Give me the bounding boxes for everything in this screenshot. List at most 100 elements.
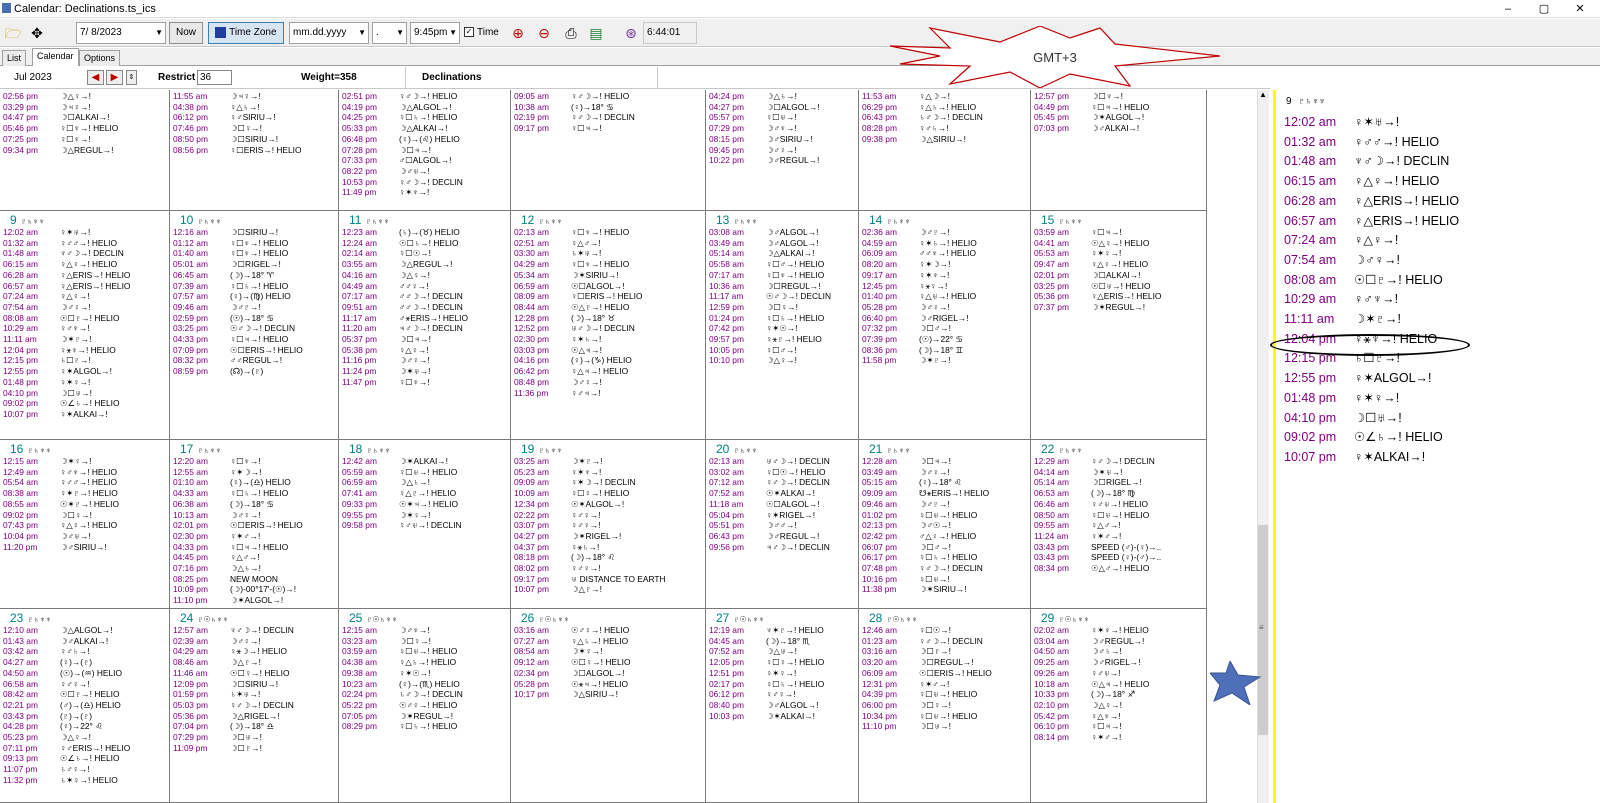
event-item[interactable]: 02:13 am ♀☐♆→! HELIO	[514, 227, 674, 238]
event-item[interactable]: 12:09 pm ☽☐SIRIU→!	[173, 679, 333, 690]
event-item[interactable]: 07:17 am ♀☐♆→! HELIO	[709, 270, 858, 281]
event-item[interactable]: 11:10 pm ☽✶ALGOL→!	[173, 595, 333, 606]
event-item[interactable]: 07:11 pm ♀♂ERIS→! HELIO	[3, 743, 163, 754]
event-item[interactable]: 05:54 am ♀♂♂→! HELIO	[3, 477, 163, 488]
event-item[interactable]: 05:23 am ♀✶♆→!	[514, 467, 674, 478]
time-checkbox[interactable]: ✓	[464, 27, 474, 37]
event-item[interactable]: 09:33 pm ☉✶♃→! HELIO	[342, 499, 502, 510]
event-item[interactable]: 10:33 pm (☽)→18° ♐	[1034, 689, 1194, 700]
next-month-button[interactable]: ▶	[106, 70, 123, 85]
event-item[interactable]: 08:32 pm ♂♂REGUL→!	[173, 355, 333, 366]
event-item[interactable]: 05:42 pm ♀△♆→!	[1034, 711, 1194, 722]
detail-event-item[interactable]: 11:11 am ☽✶♇→!	[1284, 309, 1401, 329]
event-item[interactable]: 06:53 am (☽)→18° ♍	[1034, 488, 1194, 499]
event-item[interactable]: 01:48 am ♆♂☽→! DECLIN	[3, 248, 163, 259]
event-item[interactable]: 12:55 pm ♀✶ALGOL→!	[3, 366, 163, 377]
scroll-up-icon[interactable]: ▲	[1259, 90, 1267, 99]
calendar-day-cell[interactable]: 11 ♇♄♆♆ 12:23 am (♄)→(♉) HELIO 12:24 am ☉☐♄→!…	[339, 211, 511, 440]
event-item[interactable]: 03:43 pm SPEED (♀)-(♂)→..	[1034, 552, 1194, 563]
calendar-day-cell[interactable]: 11:55 am ☽♃♀→! 04:38 pm ♀△♄→! 06:12 pm ♀♂SIRI…	[170, 90, 339, 211]
calendar-day-cell[interactable]: 11:53 am ♀△☽→! 06:29 pm ♀△♄→! HELIO 06:43 pm…	[859, 90, 1031, 211]
event-item[interactable]: 11:46 am ☉☐♀→! HELIO	[173, 668, 333, 679]
event-item[interactable]: 07:32 pm ☽☐♂→!	[862, 323, 1022, 334]
event-item[interactable]: 06:40 pm ☽♂RIGEL→!	[862, 313, 1022, 324]
event-item[interactable]: 06:42 pm ♀△♃→! HELIO	[514, 366, 674, 377]
minimize-button[interactable]: –	[1490, 0, 1526, 18]
zoom-in-icon[interactable]: ⊕	[507, 22, 529, 44]
calendar-day-cell[interactable]: 26 ♇☉♄♆♆ 03:16 am ☉♂♀→! HELIO 07:27 am ♀△♄→! …	[511, 609, 706, 803]
event-item[interactable]: 05:23 pm ☽△♀→!	[3, 732, 163, 743]
event-item[interactable]: 03:49 am ☽♂♀→!	[862, 467, 1022, 478]
separator-select[interactable]: . ▼	[372, 22, 407, 44]
event-item[interactable]: 05:14 am ☽☐RIGEL→!	[1034, 477, 1194, 488]
event-item[interactable]: 01:23 am ♀♂☽→! DECLIN	[862, 636, 1022, 647]
event-item[interactable]: 03:43 pm (♇)→(♇)	[3, 711, 163, 722]
event-item[interactable]: 11:20 am ♃♂☽→! DECLIN	[342, 323, 502, 334]
detail-event-item[interactable]: 01:48 am ♆♂☽→! DECLIN	[1284, 151, 1449, 171]
event-item[interactable]: 08:08 am ☉☐♇→! HELIO	[3, 313, 163, 324]
detail-event-item[interactable]: 12:55 pm ♀✶ALGOL→!	[1284, 368, 1432, 388]
event-item[interactable]: 09:25 am ☽♂RIGEL→!	[1034, 657, 1194, 668]
event-item[interactable]: 01:43 am ☽♂ALKAI→!	[3, 636, 163, 647]
calendar-day-cell[interactable]: 9 ♇♄♆♆ 12:02 am ♀✶♅→! 01:32 am ♀♂♂→! HELIO 01:…	[0, 211, 170, 440]
event-item[interactable]: 05:33 pm ☽△ALKAI→!	[342, 123, 502, 134]
event-item[interactable]: 03:25 am ☽✶♇→!	[514, 456, 674, 467]
event-item[interactable]: 09:17 pm ♅ DISTANCE TO EARTH	[514, 574, 674, 585]
event-item[interactable]: 04:49 pm ♀☐♃→! HELIO	[1034, 102, 1194, 113]
detail-event-item[interactable]: 10:07 pm ♀✶ALKAI→!	[1284, 447, 1425, 467]
event-item[interactable]: 11:58 pm ☽✶♇→!	[862, 355, 1022, 366]
event-item[interactable]: 07:03 pm ☽♂ALKAI→!	[1034, 123, 1194, 134]
event-item[interactable]: 05:37 pm ☽☐♃→!	[342, 334, 502, 345]
event-item[interactable]: 08:48 pm ☽♂♀→!	[514, 377, 674, 388]
event-item[interactable]: 09:38 pm ☽△SIRIU→!	[862, 134, 1022, 145]
event-item[interactable]: 11:07 pm ♄♂♀→!	[3, 764, 163, 775]
event-item[interactable]: 09:51 am ♂♂☽→! DECLIN	[342, 302, 502, 313]
event-item[interactable]: 04:37 pm ♀⚹♄→!	[514, 542, 674, 553]
event-item[interactable]: 12:49 am ♀♂♆→! HELIO	[3, 467, 163, 478]
event-item[interactable]: 08:54 am ☽✶♀→!	[514, 646, 674, 657]
event-item[interactable]: 10:34 pm ♀☐♅→! HELIO	[862, 711, 1022, 722]
event-item[interactable]: 09:55 pm ☽✶♀→!	[342, 510, 502, 521]
detail-event-item[interactable]: 08:08 am ☉☐♇→! HELIO	[1284, 270, 1443, 290]
detail-event-item[interactable]: 10:29 am ♀♂♆→!	[1284, 289, 1398, 309]
event-item[interactable]: 06:45 am (☽)→18° ♈	[173, 270, 333, 281]
event-item[interactable]: 07:29 pm ☽☐♅→!	[173, 732, 333, 743]
calendar-day-cell[interactable]: 14 ♇♄♆♆ 02:36 am ☽♂♇→! 04:59 am ♀✶♄→! HELIO 06…	[859, 211, 1031, 440]
event-item[interactable]: 04:16 pm (♀)→(♑) HELIO	[514, 355, 674, 366]
event-item[interactable]: 12:42 am ☽✶ALKAI→!	[342, 456, 502, 467]
event-item[interactable]: 08:46 am ☽△♇→!	[173, 657, 333, 668]
event-item[interactable]: 06:15 am ♀△♀→! HELIO	[3, 259, 163, 270]
event-item[interactable]: 08:40 pm ☽♂ALGOL→!	[709, 700, 858, 711]
event-item[interactable]: 08:14 pm ♀✶♂→!	[1034, 732, 1194, 743]
event-item[interactable]: 07:25 pm ♀☐♆→!	[3, 134, 163, 145]
detail-event-item[interactable]: 07:24 am ♀△♀→!	[1284, 230, 1398, 250]
event-item[interactable]: 08:18 pm (☽)→18° ♌	[514, 552, 674, 563]
event-item[interactable]: 12:15 pm ♄☐♇→!	[3, 355, 163, 366]
event-item[interactable]: 10:17 pm ☽△SIRIU→!	[514, 689, 674, 700]
event-item[interactable]: 05:03 pm ♀♂☽→! DECLIN	[173, 700, 333, 711]
event-item[interactable]: 11:17 am ♂⚹ERIS→! HELIO	[342, 313, 502, 324]
event-item[interactable]: 04:19 pm ☽△ALGOL→!	[342, 102, 502, 113]
event-item[interactable]: 06:12 pm ♀♂SIRIU→!	[173, 112, 333, 123]
event-item[interactable]: 10:04 pm ☽♂♅→!	[3, 531, 163, 542]
event-item[interactable]: 01:40 pm ♀△♅→! HELIO	[862, 291, 1022, 302]
event-item[interactable]: 12:34 pm ☉✶ALGOL→!	[514, 499, 674, 510]
event-item[interactable]: 04:39 pm ♀☐♅→! HELIO	[862, 689, 1022, 700]
event-item[interactable]: 12:45 pm ♀⚹♀→!	[862, 281, 1022, 292]
event-item[interactable]: 06:09 am ☉☐ERIS→! HELIO	[862, 668, 1022, 679]
event-item[interactable]: 06:07 pm ☽☐♂→!	[862, 542, 1022, 553]
event-item[interactable]: 04:49 am ♂♂♀→!	[342, 281, 502, 292]
calendar-day-cell[interactable]: 25 ♇☉♄♆♆ 12:15 am ☽♂♆→! 03:23 am ☽☐♀→! 03:59 a…	[339, 609, 511, 803]
excel-icon[interactable]: ▤	[585, 22, 607, 44]
event-item[interactable]: 05:51 pm ☽♂♂→!	[709, 520, 858, 531]
detail-event-item[interactable]: 06:57 am ♀△ERIS→! HELIO	[1284, 211, 1459, 231]
event-item[interactable]: 12:24 am ☉☐♄→! HELIO	[342, 238, 502, 249]
event-item[interactable]: 02:21 pm (♂)→(♎) HELIO	[3, 700, 163, 711]
event-item[interactable]: 12:29 am ♀♂☽→! DECLIN	[1034, 456, 1194, 467]
event-item[interactable]: 12:20 am ♀☐♆→!	[173, 456, 333, 467]
event-item[interactable]: 11:53 am ♀△☽→!	[862, 91, 1022, 102]
detail-event-item[interactable]: 01:48 pm ♀✶♀→!	[1284, 388, 1399, 408]
event-item[interactable]: 06:58 am ♀♂♀→!	[3, 679, 163, 690]
event-item[interactable]: 03:59 am ♀☐♃→!	[1034, 227, 1194, 238]
event-item[interactable]: 02:17 pm ♀☐♄→! HELIO	[709, 679, 858, 690]
